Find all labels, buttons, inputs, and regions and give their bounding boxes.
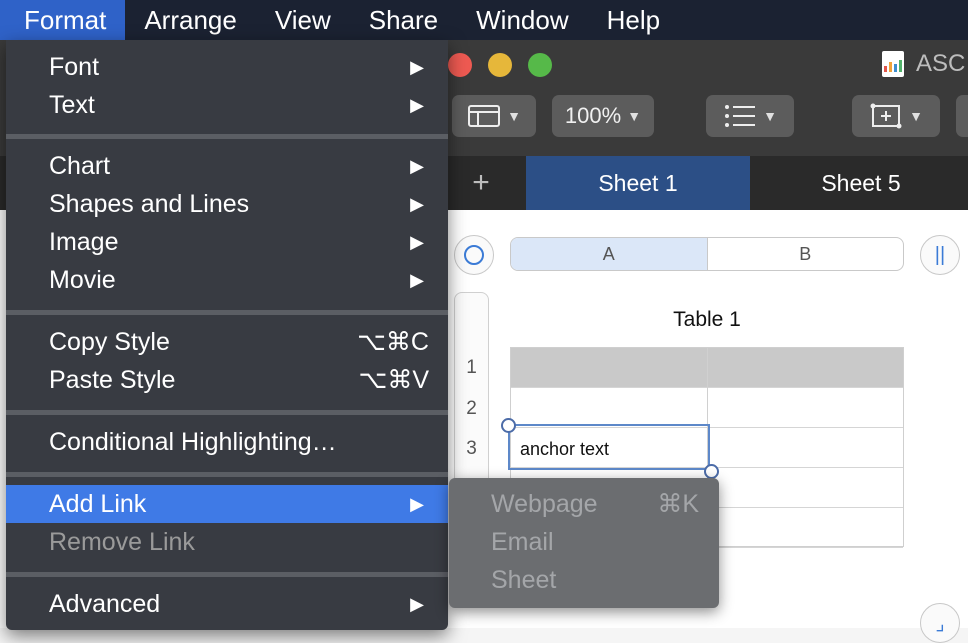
menu-bar: Format Arrange View Share Window Help xyxy=(0,0,968,40)
menu-item-label: Paste Style xyxy=(49,366,176,394)
submenu-item-label: Email xyxy=(491,528,554,556)
row-header-3[interactable]: 3 xyxy=(454,438,489,460)
sidebar-view-icon xyxy=(468,105,501,127)
menu-help[interactable]: Help xyxy=(588,0,679,40)
numbers-document-icon xyxy=(882,51,904,77)
submenu-arrow-icon: ▶ xyxy=(410,270,424,290)
menu-item-label: Conditional Highlighting… xyxy=(49,428,337,456)
menu-item-font[interactable]: Font ▶ xyxy=(6,48,448,86)
close-window-button[interactable] xyxy=(448,53,472,77)
submenu-arrow-icon: ▶ xyxy=(410,156,424,176)
menu-share[interactable]: Share xyxy=(350,0,457,40)
menu-item-add-link[interactable]: Add Link ▶ xyxy=(6,485,448,523)
select-all-button[interactable] xyxy=(454,235,494,275)
menu-item-label: Remove Link xyxy=(49,528,195,556)
submenu-arrow-icon: ▶ xyxy=(410,494,424,514)
menu-separator xyxy=(6,410,448,415)
insert-list-button[interactable]: ▼ xyxy=(706,95,794,137)
menu-window[interactable]: Window xyxy=(457,0,587,40)
format-menu: Font ▶ Text ▶ Chart ▶ Shapes and Lines ▶ Ima… xyxy=(6,40,448,630)
menu-separator xyxy=(6,134,448,139)
add-table-icon xyxy=(870,103,902,129)
chevron-down-icon: ▼ xyxy=(627,108,642,124)
menu-item-paste-style[interactable]: Paste Style ⌥⌘V xyxy=(6,361,448,399)
menu-separator xyxy=(6,472,448,477)
menu-item-conditional-highlighting[interactable]: Conditional Highlighting… xyxy=(6,423,448,461)
submenu-arrow-icon: ▶ xyxy=(410,232,424,252)
add-column-handle[interactable]: || xyxy=(920,235,960,275)
add-link-submenu: Webpage ⌘K Email Sheet xyxy=(449,478,719,608)
circle-icon xyxy=(464,245,484,265)
menu-item-label: Add Link xyxy=(49,490,147,518)
tab-sheet-5[interactable]: Sheet 5 xyxy=(750,156,968,210)
menu-arrange[interactable]: Arrange xyxy=(125,0,256,40)
submenu-arrow-icon: ▶ xyxy=(410,95,424,115)
submenu-arrow-icon: ▶ xyxy=(410,57,424,77)
chevron-down-icon: ▼ xyxy=(763,108,777,124)
shortcut-label: ⌥⌘C xyxy=(357,328,429,356)
selection-handle-bottom-right[interactable] xyxy=(704,464,719,479)
row-header-1[interactable]: 1 xyxy=(454,357,489,379)
column-header-b[interactable]: B xyxy=(708,238,904,270)
row-header-2[interactable]: 2 xyxy=(454,398,489,420)
menu-item-label: Font xyxy=(49,53,100,81)
menu-item-label: Copy Style xyxy=(49,328,170,356)
submenu-item-webpage[interactable]: Webpage ⌘K xyxy=(449,485,719,523)
tab-sheet-1[interactable]: Sheet 1 xyxy=(526,156,750,210)
add-sheet-button[interactable]: + xyxy=(456,156,506,210)
insert-table-button[interactable]: ▼ xyxy=(852,95,940,137)
document-title: ASC xyxy=(916,50,966,77)
zoom-button[interactable]: 100% ▼ xyxy=(552,95,654,137)
list-icon xyxy=(725,105,756,127)
menu-item-text[interactable]: Text ▶ xyxy=(6,86,448,124)
column-header-a[interactable]: A xyxy=(511,238,708,270)
submenu-item-email[interactable]: Email xyxy=(449,523,719,561)
cell-text: anchor text xyxy=(520,439,610,459)
shortcut-label: ⌘K xyxy=(657,490,699,518)
table-title[interactable]: Table 1 xyxy=(510,308,904,332)
submenu-arrow-icon: ▶ xyxy=(410,594,424,614)
menu-item-label: Chart xyxy=(49,152,111,180)
submenu-arrow-icon: ▶ xyxy=(410,194,424,214)
menu-item-movie[interactable]: Movie ▶ xyxy=(6,261,448,299)
zoom-value: 100% xyxy=(564,103,622,128)
menu-item-remove-link: Remove Link xyxy=(6,523,448,561)
menu-item-image[interactable]: Image ▶ xyxy=(6,223,448,261)
chevron-down-icon: ▼ xyxy=(507,108,521,124)
row-gutter xyxy=(454,292,489,492)
menu-item-label: Movie xyxy=(49,266,116,294)
menu-item-advanced[interactable]: Advanced ▶ xyxy=(6,585,448,623)
menu-item-chart[interactable]: Chart ▶ xyxy=(6,147,448,185)
menu-item-label: Advanced xyxy=(49,590,161,618)
zoom-window-button[interactable] xyxy=(528,53,552,77)
add-row-handle[interactable]: ⌟ xyxy=(920,603,960,643)
view-button[interactable]: ▼ xyxy=(452,95,536,137)
menu-item-label: Shapes and Lines xyxy=(49,190,250,218)
menu-item-label: Text xyxy=(49,91,95,119)
menu-format[interactable]: Format xyxy=(0,0,126,40)
menu-separator xyxy=(6,572,448,577)
chevron-down-icon: ▼ xyxy=(909,108,923,124)
column-header-bar: A B xyxy=(510,237,904,271)
menu-view[interactable]: View xyxy=(256,0,350,40)
selection-handle-top-left[interactable] xyxy=(501,418,516,433)
menu-separator xyxy=(6,310,448,315)
submenu-item-label: Webpage xyxy=(491,490,598,518)
corner-icon: ⌟ xyxy=(935,612,945,635)
toolbar-overflow-button[interactable] xyxy=(956,95,968,137)
minimize-window-button[interactable] xyxy=(488,53,512,77)
shortcut-label: ⌥⌘V xyxy=(358,366,429,394)
pause-bars-icon: || xyxy=(934,243,946,266)
menu-item-label: Image xyxy=(49,228,119,256)
submenu-item-sheet[interactable]: Sheet xyxy=(449,561,719,599)
menu-item-shapes-and-lines[interactable]: Shapes and Lines ▶ xyxy=(6,185,448,223)
submenu-item-label: Sheet xyxy=(491,566,557,594)
menu-item-copy-style[interactable]: Copy Style ⌥⌘C xyxy=(6,323,448,361)
window-title: ASC xyxy=(882,50,965,78)
